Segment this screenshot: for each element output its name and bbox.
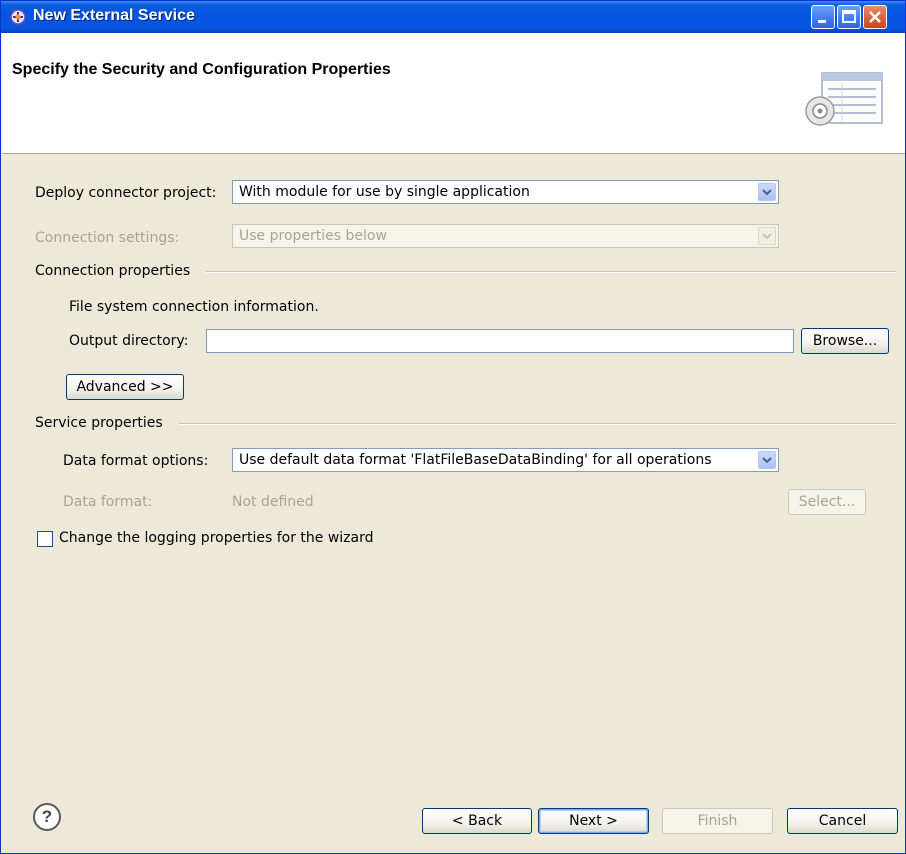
deploy-connector-label: Deploy connector project: — [35, 185, 217, 201]
service-properties-group-label: Service properties — [35, 415, 163, 431]
output-directory-label: Output directory: — [69, 333, 189, 349]
deploy-connector-value: With module for use by single applicatio… — [239, 184, 530, 200]
minimize-icon — [818, 20, 826, 23]
window-title: New External Service — [33, 7, 195, 24]
connection-settings-select: Use properties below — [232, 224, 779, 248]
logging-checkbox[interactable] — [37, 531, 53, 547]
connection-properties-group-label: Connection properties — [35, 263, 191, 279]
wizard-banner-icon — [805, 72, 883, 126]
service-properties-divider — [179, 423, 896, 425]
app-icon — [10, 9, 26, 25]
close-button[interactable] — [863, 5, 887, 29]
output-directory-input[interactable] — [206, 329, 794, 353]
advanced-button[interactable]: Advanced >> — [66, 374, 184, 400]
minimize-button[interactable] — [811, 5, 835, 29]
data-format-value: Not defined — [232, 494, 314, 510]
connection-properties-divider — [206, 271, 896, 273]
maximize-button[interactable] — [837, 5, 861, 29]
dropdown-arrow-icon — [758, 227, 776, 245]
help-icon[interactable]: ? — [33, 803, 61, 831]
deploy-connector-select[interactable]: With module for use by single applicatio… — [232, 180, 779, 204]
page-title: Specify the Security and Configuration P… — [12, 61, 391, 78]
title-bar[interactable]: New External Service — [1, 1, 905, 33]
back-button[interactable]: < Back — [422, 808, 532, 834]
data-format-options-label: Data format options: — [63, 453, 209, 469]
select-button: Select... — [788, 489, 866, 515]
cancel-button[interactable]: Cancel — [787, 808, 898, 834]
connection-settings-label: Connection settings: — [35, 230, 180, 246]
close-icon — [869, 11, 881, 23]
data-format-label: Data format: — [63, 494, 153, 510]
dropdown-arrow-icon[interactable] — [758, 183, 776, 201]
browse-button[interactable]: Browse... — [801, 328, 889, 354]
data-format-options-value: Use default data format 'FlatFileBaseDat… — [239, 452, 712, 468]
maximize-icon — [842, 10, 856, 23]
finish-button: Finish — [662, 808, 773, 834]
file-system-info-text: File system connection information. — [69, 299, 319, 315]
next-button[interactable]: Next > — [538, 808, 649, 834]
dropdown-arrow-icon[interactable] — [758, 451, 776, 469]
connection-settings-value: Use properties below — [239, 228, 387, 244]
logging-checkbox-label[interactable]: Change the logging properties for the wi… — [59, 530, 374, 546]
data-format-options-select[interactable]: Use default data format 'FlatFileBaseDat… — [232, 448, 779, 472]
wizard-header: Specify the Security and Configuration P… — [2, 33, 905, 154]
wizard-window: New External Service Specify the Securit… — [0, 0, 906, 854]
